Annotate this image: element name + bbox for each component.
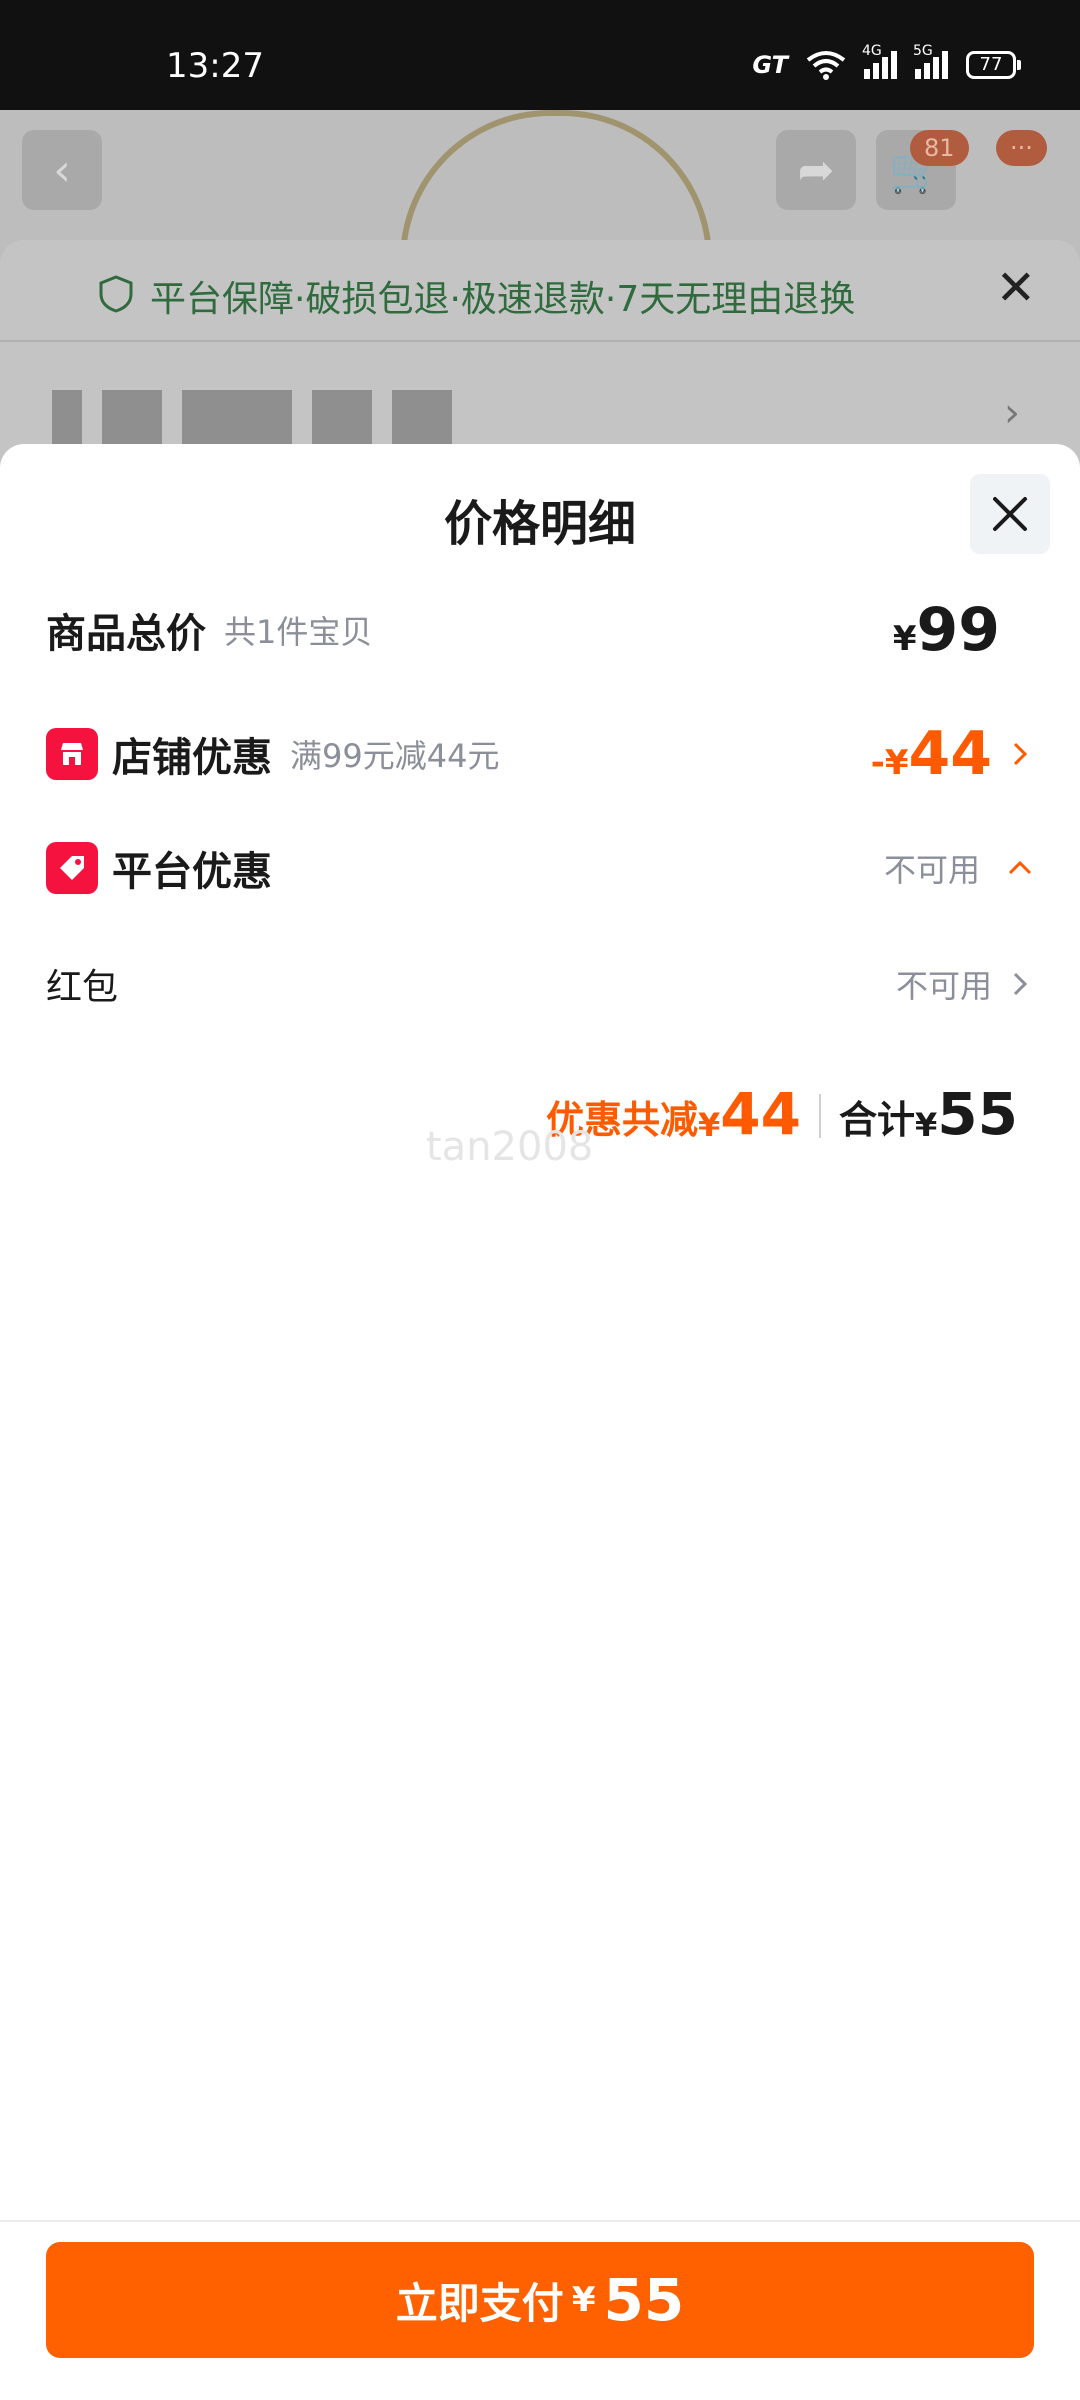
back-icon: ‹ xyxy=(22,130,102,210)
gt-icon: GT xyxy=(752,51,788,79)
status-icons: GT 4G 5G 77 xyxy=(752,43,1021,80)
store-discount-amount: 44 xyxy=(908,719,993,789)
platform-discount-label: 平台优惠 xyxy=(112,849,272,895)
store-discount-rule: 满99元减44元 xyxy=(290,737,500,775)
blurred-text xyxy=(52,390,452,446)
total-price-amount: 99 xyxy=(916,595,1001,665)
status-bar: 13:27 GT 4G 5G 77 xyxy=(0,0,1080,110)
battery-icon: 77 xyxy=(966,51,1021,79)
total-price-label: 商品总价 xyxy=(46,611,206,657)
row-store-discount[interactable]: 店铺优惠 满99元减44元 -¥44 xyxy=(46,714,1034,794)
currency-symbol: ¥ xyxy=(915,1106,938,1144)
platform-discount-status: 不可用 xyxy=(883,851,980,889)
chevron-right-icon xyxy=(1013,972,1028,996)
guarantee-text: 平台保障·破损包退·极速退款·7天无理由退换 xyxy=(150,279,856,320)
status-time: 13:27 xyxy=(166,46,264,86)
minus-sign: - xyxy=(870,743,885,783)
tag-icon xyxy=(46,842,98,894)
currency-symbol: ¥ xyxy=(892,619,917,659)
chevron-up-icon xyxy=(1008,860,1032,875)
red-packet-status: 不可用 xyxy=(895,967,992,1005)
row-red-packet[interactable]: 红包 不可用 xyxy=(46,944,1034,1024)
grand-total-label: 合计 xyxy=(839,1098,916,1142)
signal-icon: 4G xyxy=(862,43,897,79)
close-button[interactable] xyxy=(970,474,1050,554)
discount-total-amount: 44 xyxy=(720,1080,801,1148)
pay-button-label: 立即支付 xyxy=(395,2278,564,2328)
item-count: 共1件宝贝 xyxy=(224,613,373,651)
close-icon xyxy=(993,497,1027,531)
divider xyxy=(0,2220,1080,2222)
chevron-right-icon xyxy=(1013,742,1028,766)
currency-symbol: ¥ xyxy=(698,1106,721,1144)
row-platform-discount[interactable]: 平台优惠 不可用 xyxy=(46,828,1034,908)
watermark: tan2008 xyxy=(426,1124,594,1170)
price-summary: 优惠共减 ¥ 44 合计 ¥ 55 xyxy=(546,1084,1018,1144)
store-icon xyxy=(46,728,98,780)
store-discount-label: 店铺优惠 xyxy=(112,735,272,781)
currency-symbol: ¥ xyxy=(884,743,909,783)
row-total-price: 商品总价 共1件宝贝 ¥99 xyxy=(46,590,1034,670)
red-packet-label: 红包 xyxy=(46,967,119,1008)
currency-symbol: ¥ xyxy=(571,2280,596,2320)
divider xyxy=(0,340,1080,342)
pay-button-amount: 55 xyxy=(603,2266,685,2334)
cart-badge: 81 xyxy=(910,130,969,166)
more-icon: ··· xyxy=(996,130,1047,166)
grand-total-amount: 55 xyxy=(937,1080,1018,1148)
price-detail-sheet: 价格明细 商品总价 共1件宝贝 ¥99 店铺优惠 满99元减44元 -¥44 平… xyxy=(0,444,1080,2400)
signal-label-4g: 4G xyxy=(862,43,882,59)
sheet-title: 价格明细 xyxy=(443,496,636,552)
close-icon: ✕ xyxy=(995,260,1036,316)
divider xyxy=(819,1094,821,1138)
chevron-right-icon: › xyxy=(1004,390,1020,436)
signal-icon: 5G xyxy=(913,43,948,79)
signal-label-5g: 5G xyxy=(913,43,933,59)
share-icon: ➦ xyxy=(776,130,856,210)
pay-now-button[interactable]: 立即支付 ¥ 55 xyxy=(46,2242,1034,2358)
shield-icon xyxy=(96,274,136,318)
wifi-icon xyxy=(806,51,846,80)
